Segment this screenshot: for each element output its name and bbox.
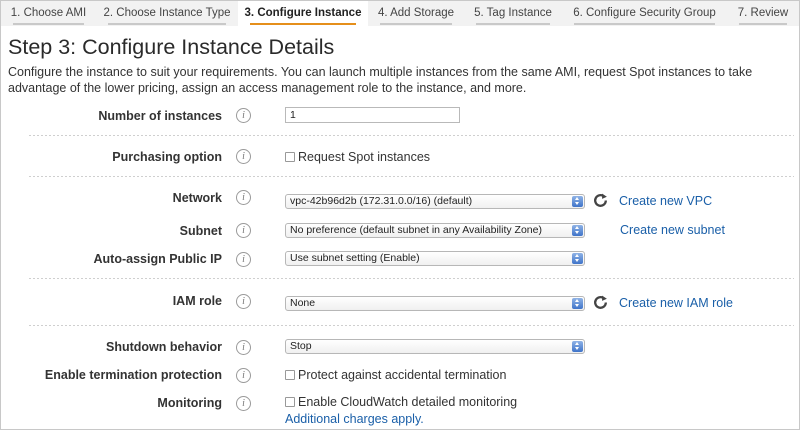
page-title: Step 3: Configure Instance Details (8, 35, 335, 59)
checkbox-icon[interactable] (285, 152, 295, 162)
iam-role-select-value: None (290, 297, 316, 309)
divider (29, 325, 794, 326)
divider (29, 135, 794, 136)
tab-label: 6. Configure Security Group (573, 7, 716, 19)
tab-label: 4. Add Storage (377, 7, 455, 19)
cloudwatch-monitoring-checkbox-label: Enable CloudWatch detailed monitoring (298, 395, 518, 409)
dropdown-arrow-icon (572, 196, 583, 207)
info-icon[interactable]: i (236, 223, 251, 238)
auto-assign-ip-select[interactable]: Use subnet setting (Enable) (285, 251, 585, 266)
additional-charges-note: Additional charges apply. (285, 412, 424, 426)
dropdown-arrow-icon (572, 298, 583, 309)
tab-add-storage[interactable]: 4. Add Storage (368, 1, 464, 26)
divider (29, 176, 794, 177)
iam-role-label: IAM role (172, 294, 222, 308)
tab-configure-security-group[interactable]: 6. Configure Security Group (562, 1, 727, 26)
shutdown-behavior-select-value: Stop (290, 340, 312, 352)
request-spot-checkbox[interactable]: Request Spot instances (285, 149, 430, 165)
auto-assign-ip-label: Auto-assign Public IP (93, 252, 223, 266)
tab-choose-ami[interactable]: 1. Choose AMI (1, 1, 96, 26)
divider (29, 278, 794, 279)
dropdown-arrow-icon (572, 341, 583, 352)
request-spot-checkbox-label: Request Spot instances (298, 150, 431, 164)
termination-protection-checkbox-label: Protect against accidental termination (298, 368, 507, 382)
dropdown-arrow-icon (572, 253, 583, 264)
number-of-instances-label: Number of instances (98, 109, 222, 123)
tab-tag-instance[interactable]: 5. Tag Instance (464, 1, 562, 26)
checkbox-icon[interactable] (285, 370, 295, 380)
info-icon[interactable]: i (236, 340, 251, 355)
auto-assign-ip-select-value: Use subnet setting (Enable) (290, 252, 420, 264)
shutdown-behavior-label: Shutdown behavior (106, 340, 222, 354)
checkbox-icon[interactable] (285, 397, 295, 407)
network-select-value: vpc-42b96d2b (172.31.0.0/16) (default) (290, 195, 473, 207)
info-icon[interactable]: i (236, 252, 251, 267)
dropdown-arrow-icon (572, 225, 583, 236)
refresh-icon[interactable] (592, 192, 609, 209)
cloudwatch-monitoring-checkbox[interactable]: Enable CloudWatch detailed monitoring (285, 394, 517, 410)
tab-label: 2. Choose Instance Type (103, 7, 231, 19)
shutdown-behavior-select[interactable]: Stop (285, 339, 585, 354)
tab-label: 1. Choose AMI (10, 7, 87, 19)
info-icon[interactable]: i (236, 108, 251, 123)
monitoring-label: Monitoring (157, 396, 222, 410)
info-icon[interactable]: i (236, 368, 251, 383)
tab-label: 3. Configure Instance (244, 7, 362, 19)
tab-label: 5. Tag Instance (474, 7, 552, 19)
info-icon[interactable]: i (236, 149, 251, 164)
network-select[interactable]: vpc-42b96d2b (172.31.0.0/16) (default) (285, 194, 585, 209)
subnet-label: Subnet (179, 224, 222, 238)
create-new-vpc-link[interactable]: Create new VPC (619, 193, 712, 209)
create-new-iam-role-link[interactable]: Create new IAM role (619, 295, 733, 311)
page-description: Configure the instance to suit your requ… (8, 65, 753, 95)
info-icon[interactable]: i (236, 294, 251, 309)
tab-review[interactable]: 7. Review (727, 1, 799, 26)
iam-role-select[interactable]: None (285, 296, 585, 311)
termination-protection-label: Enable termination protection (44, 368, 222, 382)
subnet-select-value: No preference (default subnet in any Ava… (290, 224, 542, 236)
refresh-icon[interactable] (592, 294, 609, 311)
info-icon[interactable]: i (236, 396, 251, 411)
purchasing-option-label: Purchasing option (112, 150, 222, 164)
create-new-subnet-link[interactable]: Create new subnet (620, 222, 725, 238)
tab-label: 7. Review (737, 7, 789, 19)
tab-choose-instance-type[interactable]: 2. Choose Instance Type (96, 1, 238, 26)
subnet-select[interactable]: No preference (default subnet in any Ava… (285, 223, 585, 238)
tab-configure-instance[interactable]: 3. Configure Instance (238, 1, 368, 26)
network-label: Network (172, 191, 222, 205)
number-of-instances-input[interactable] (285, 107, 460, 123)
wizard-tabs: 1. Choose AMI 2. Choose Instance Type 3.… (1, 1, 799, 26)
termination-protection-checkbox[interactable]: Protect against accidental termination (285, 367, 506, 383)
info-icon[interactable]: i (236, 190, 251, 205)
